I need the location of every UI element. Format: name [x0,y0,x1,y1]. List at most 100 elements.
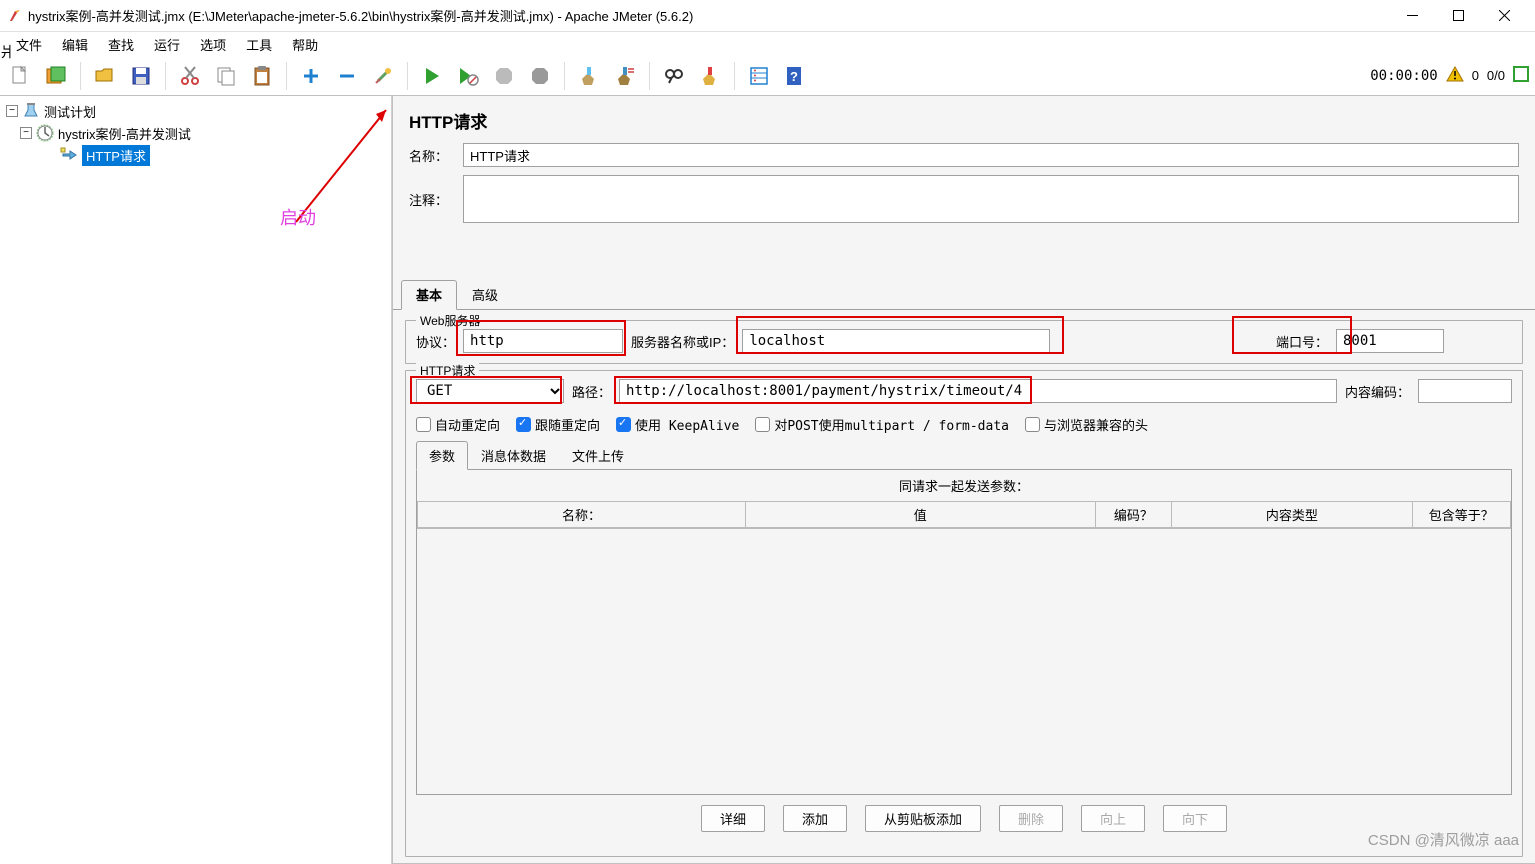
elapsed-time: 00:00:00 [1370,68,1437,84]
window-title: hystrix案例-高并发测试.jmx (E:\JMeter\apache-jm… [28,6,1389,25]
templates-icon[interactable] [42,62,70,90]
port-input[interactable] [1336,329,1444,353]
tree-toggle-icon[interactable]: − [20,127,32,139]
params-table: 名称： 值 编码？ 内容类型 包含等于？ [417,501,1511,528]
path-label: 路径： [572,382,611,401]
fieldset-httprequest-legend: HTTP请求 [416,362,479,379]
tree-root-row[interactable]: − 测试计划 [0,100,391,122]
annotation-start-label: 启动 [280,204,316,230]
name-input[interactable] [463,143,1519,167]
cb-browser-label: 与浏览器兼容的头 [1044,415,1148,434]
itab-params[interactable]: 参数 [416,441,468,470]
outer-tabs: 基本 高级 [393,279,1535,310]
col-encode[interactable]: 编码？ [1095,502,1172,528]
params-area: 同请求一起发送参数： 名称： 值 编码？ 内容类型 包含等于？ [416,470,1512,795]
col-value[interactable]: 值 [745,502,1095,528]
fieldset-httprequest: HTTP请求 GET 路径： 内容编码： 自动重定向 跟随重定向 使用 Keep… [405,370,1523,857]
copy-icon[interactable] [212,62,240,90]
shutdown-button[interactable] [526,62,554,90]
params-body[interactable] [417,528,1511,794]
tab-basic-content: Web服务器 协议： 服务器名称或IP： 端口号： HTTP请求 GET 路 [393,310,1535,863]
save-icon[interactable] [127,62,155,90]
cb-autoredirect[interactable] [416,417,431,432]
method-select[interactable]: GET [416,379,564,403]
svg-text:?: ? [790,69,798,84]
btn-up[interactable]: 向上 [1081,805,1145,832]
col-name[interactable]: 名称： [418,502,746,528]
comment-input[interactable] [463,175,1519,223]
btn-add[interactable]: 添加 [783,805,847,832]
toggle-icon[interactable] [369,62,397,90]
cb-followredirect-label: 跟随重定向 [535,415,600,434]
thread-count: 0/0 [1487,68,1505,83]
tree-http-label: HTTP请求 [82,145,150,166]
expand-icon[interactable] [297,62,325,90]
warning-indicator[interactable] [1446,66,1464,85]
tree-root-label: 测试计划 [44,102,96,121]
search-icon[interactable] [660,62,688,90]
btn-delete[interactable]: 删除 [999,805,1063,832]
start-button[interactable] [418,62,446,90]
btn-down[interactable]: 向下 [1163,805,1227,832]
itab-files[interactable]: 文件上传 [559,441,637,470]
content-header: HTTP请求 名称： 注释： [393,96,1535,235]
http-request-icon [60,146,78,164]
encoding-input[interactable] [1418,379,1512,403]
menubar: 文件 编辑 查找 运行 选项 工具 帮助 [0,32,1535,56]
path-input[interactable] [619,379,1337,403]
clear-icon[interactable] [575,62,603,90]
warning-count: 0 [1472,68,1479,83]
function-helper-icon[interactable] [745,62,773,90]
tab-basic[interactable]: 基本 [401,280,457,310]
maximize-button[interactable] [1435,0,1481,32]
menu-edit[interactable]: 编辑 [52,32,98,57]
tree-http-row[interactable]: HTTP请求 [0,144,391,166]
cb-followredirect[interactable] [516,417,531,432]
start-no-pause-button[interactable] [454,62,482,90]
menu-search[interactable]: 查找 [98,32,144,57]
cb-multipart-label: 对POST使用multipart / form-data [774,415,1009,434]
close-button[interactable] [1481,0,1527,32]
menu-help[interactable]: 帮助 [282,32,328,57]
menu-run[interactable]: 运行 [144,32,190,57]
cb-autoredirect-label: 自动重定向 [435,415,500,434]
paste-icon[interactable] [248,62,276,90]
server-input[interactable] [742,329,1050,353]
btn-detail[interactable]: 详细 [701,805,765,832]
col-ctype[interactable]: 内容类型 [1172,502,1412,528]
encoding-label: 内容编码： [1345,382,1410,401]
server-label: 服务器名称或IP： [631,332,734,351]
help-icon[interactable]: ? [781,62,809,90]
btn-clipboard[interactable]: 从剪贴板添加 [865,805,981,832]
content-panel: HTTP请求 名称： 注释： 基本 高级 Web服务器 协议： 服务器名 [392,96,1535,864]
cb-keepalive[interactable] [616,417,631,432]
cut-icon[interactable] [176,62,204,90]
tab-advanced[interactable]: 高级 [457,280,513,310]
tree-group-row[interactable]: − hystrix案例-高并发测试 [0,122,391,144]
clear-all-icon[interactable] [611,62,639,90]
main-area: − 测试计划 − hystrix案例-高并发测试 HTTP请求 启动 HTTP请… [0,96,1535,864]
open-icon[interactable] [91,62,119,90]
fieldset-webserver: Web服务器 协议： 服务器名称或IP： 端口号： [405,320,1523,364]
test-plan-icon [22,102,40,120]
protocol-label: 协议： [416,332,455,351]
reset-search-icon[interactable] [696,62,724,90]
port-label: 端口号： [1276,332,1328,351]
menu-options[interactable]: 选项 [190,32,236,57]
cb-multipart[interactable] [755,417,770,432]
app-feather-icon [8,9,22,23]
col-include[interactable]: 包含等于？ [1412,502,1510,528]
new-icon[interactable] [6,62,34,90]
collapse-icon[interactable] [333,62,361,90]
itab-body[interactable]: 消息体数据 [468,441,559,470]
minimize-button[interactable] [1389,0,1435,32]
tree-toggle-icon[interactable]: − [6,105,18,117]
window-controls [1389,0,1527,32]
tree-group-label: hystrix案例-高并发测试 [58,124,191,143]
stop-button[interactable] [490,62,518,90]
toolbar: ? 00:00:00 0 0/0 [0,56,1535,96]
comment-label: 注释： [409,190,463,209]
cb-browser[interactable] [1025,417,1040,432]
protocol-input[interactable] [463,329,623,353]
menu-tools[interactable]: 工具 [236,32,282,57]
